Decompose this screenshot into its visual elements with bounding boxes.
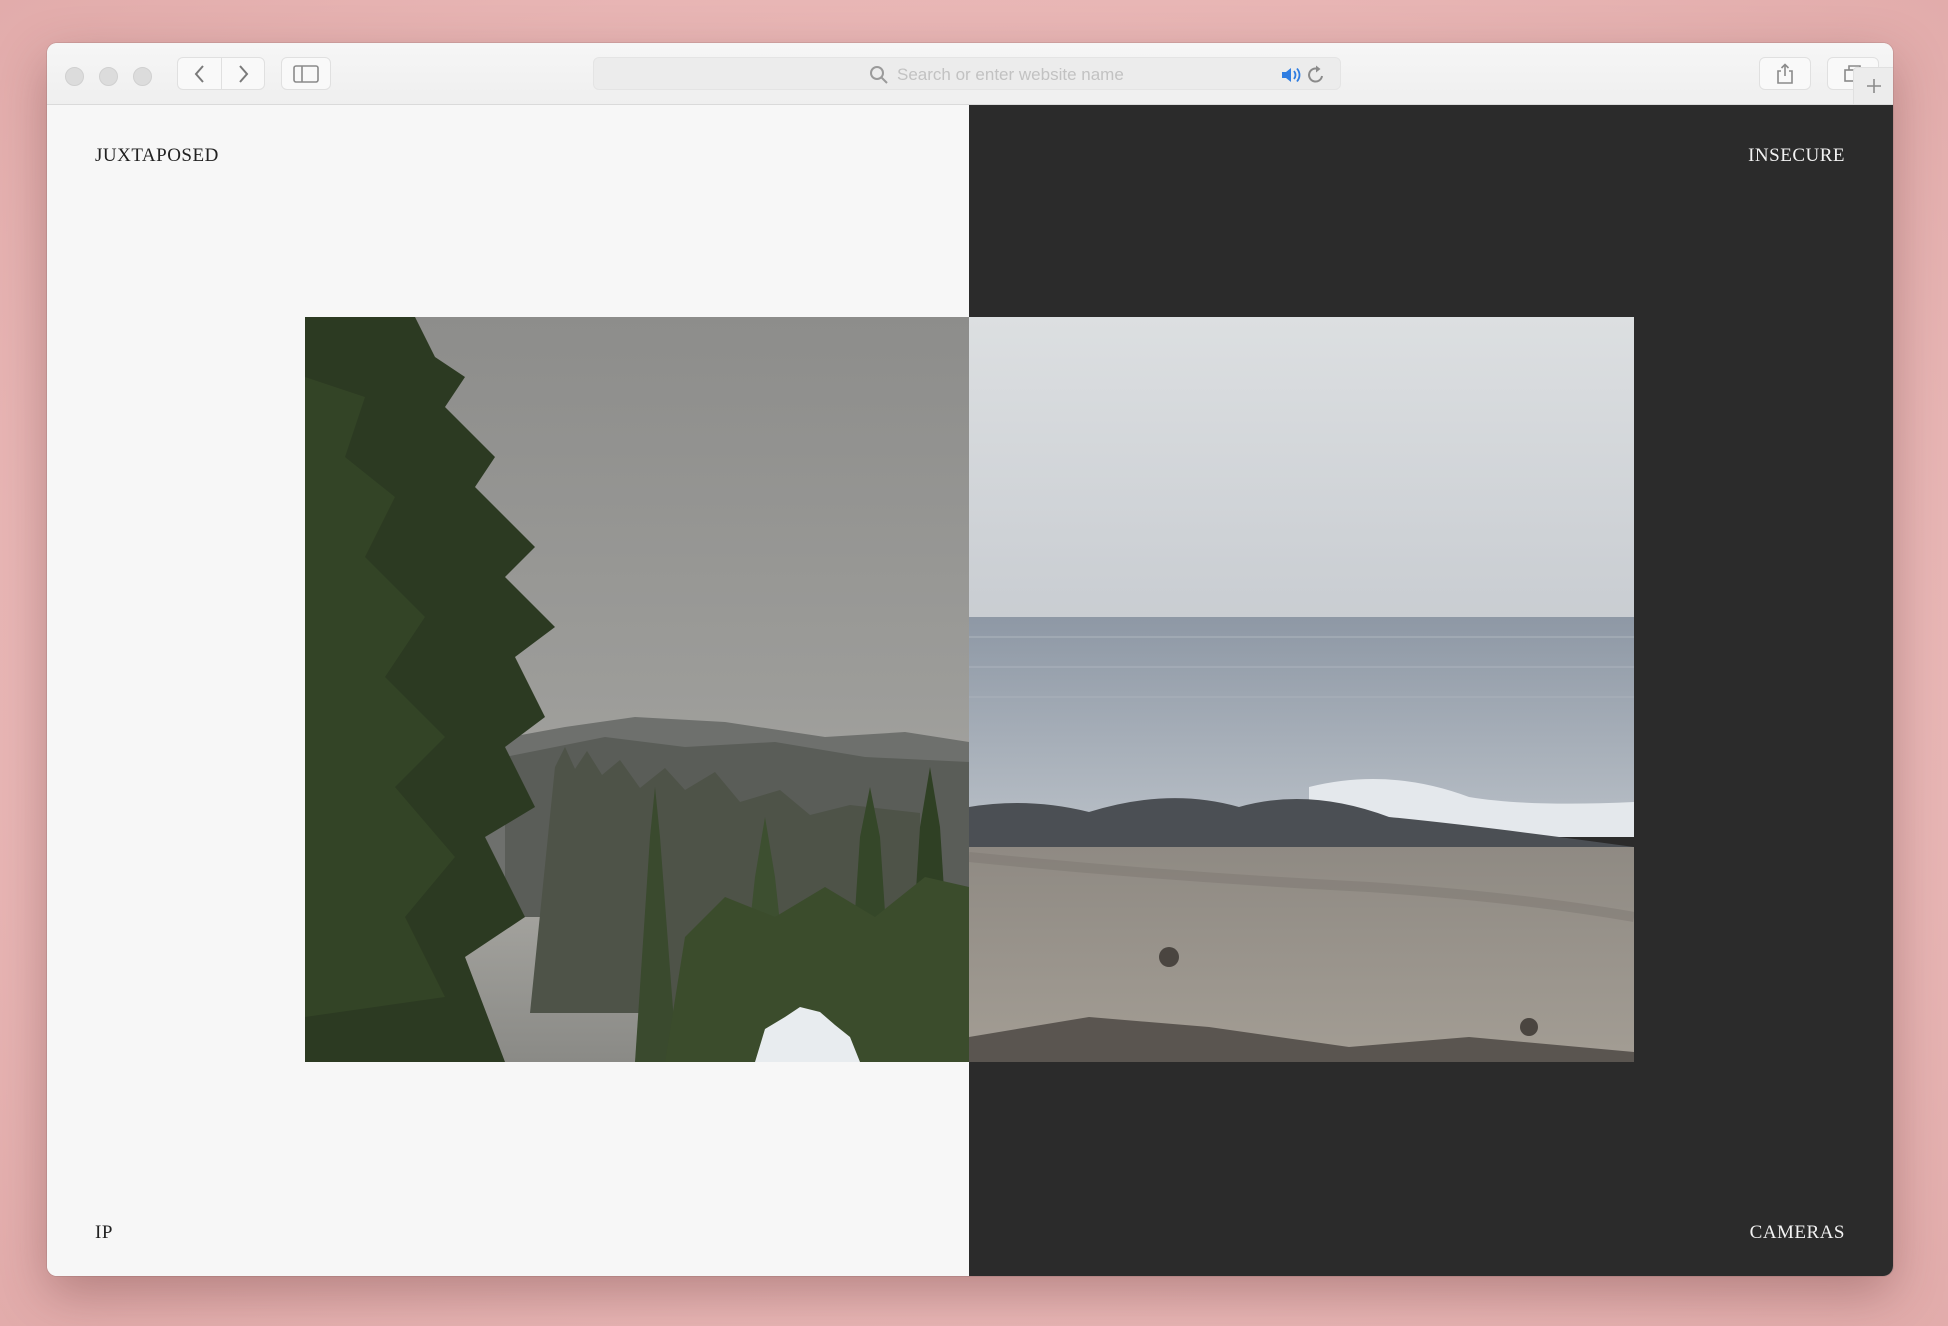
back-button[interactable] [177,57,221,90]
browser-window: Search or enter website name JUXTAPOSED … [47,43,1893,1276]
new-tab-icon [1866,79,1881,93]
browser-toolbar: Search or enter website name [47,43,1893,105]
bottom-left-label[interactable]: IP [95,1222,113,1244]
sidebar-icon [293,64,319,83]
reload-icon[interactable] [1306,64,1326,86]
address-placeholder: Search or enter website name [897,65,1124,84]
site-title-link[interactable]: JUXTAPOSED [95,145,219,167]
share-icon [1777,62,1793,84]
audio-icon[interactable] [1280,65,1304,85]
forest-image [305,317,969,1062]
sidebar-button[interactable] [281,57,331,90]
minimize-light[interactable] [99,67,118,86]
forward-button[interactable] [221,57,265,90]
bottom-right-label[interactable]: CAMERAS [1750,1222,1845,1244]
web-page: JUXTAPOSED INSECURE IP CAMERAS [47,105,1893,1276]
camera-feed-beach[interactable] [969,317,1634,1062]
search-icon [870,66,888,84]
share-button[interactable] [1759,57,1811,90]
forward-icon [239,64,249,83]
address-bar[interactable]: Search or enter website name [593,57,1341,90]
top-right-label[interactable]: INSECURE [1748,145,1845,167]
beach-image [969,317,1634,1062]
zoom-light[interactable] [133,67,152,86]
new-tab-button[interactable] [1853,67,1893,104]
camera-feed-forest[interactable] [305,317,969,1062]
close-light[interactable] [65,67,84,86]
back-icon [194,64,204,83]
